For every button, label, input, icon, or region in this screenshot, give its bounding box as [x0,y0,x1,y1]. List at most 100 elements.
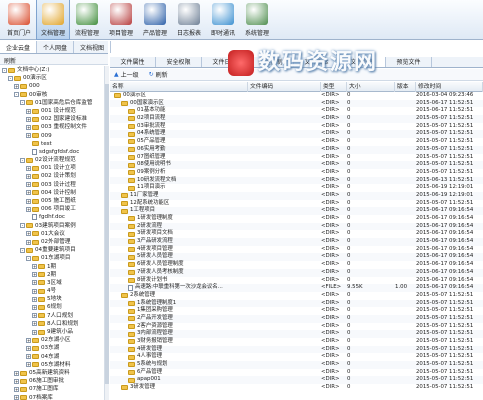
table-row[interactable]: 08使用说明书 <DIR> 0 2015-05-07 11:52:51 [110,161,483,169]
table-row[interactable]: 6研发人员管理制度 <DIR> 0 2015-06-17 09:16:54 [110,261,483,269]
tree-node[interactable]: +2期 [0,271,104,279]
expand-toggle-icon[interactable]: + [26,337,31,343]
tree-node[interactable]: +05东湖材料 [0,361,104,369]
tree-node[interactable]: +07档案库 [0,394,104,400]
collapse-toggle-icon[interactable]: - [20,247,25,253]
expand-toggle-icon[interactable]: + [32,305,37,311]
toolbar-button-7[interactable]: 系统管理 [240,0,274,40]
expand-toggle-icon[interactable]: + [26,124,31,130]
expand-toggle-icon[interactable]: + [26,354,31,360]
tree-node[interactable]: +02外部管理 [0,238,104,246]
expand-toggle-icon[interactable]: + [26,116,31,122]
tree-node[interactable]: +5地块 [0,295,104,303]
collapse-toggle-icon[interactable]: - [2,67,7,73]
tree-node[interactable]: - 02设计流程规范 [0,156,104,164]
table-row[interactable]: 3研发项目文档 <DIR> 0 2015-06-17 09:16:54 [110,230,483,238]
tree-node[interactable]: +009 [0,132,104,140]
table-row[interactable]: 6产品管理 <DIR> 0 2015-05-07 11:52:51 [110,369,483,377]
expand-toggle-icon[interactable]: + [32,321,37,327]
toolbar-button-4[interactable]: 产品管理 [138,0,172,40]
expand-toggle-icon[interactable]: + [26,198,31,204]
table-row[interactable]: 09案例分析 <DIR> 0 2015-05-07 11:52:51 [110,169,483,177]
tree-node[interactable]: +07施工图库 [0,385,104,393]
tree-node[interactable]: +03东湖 [0,344,104,352]
expand-toggle-icon[interactable]: + [32,288,37,294]
toolbar-button-0[interactable]: 首页门户 [2,0,36,40]
column-header-1[interactable]: 文件编码 [248,82,321,92]
tree-node[interactable]: +6规划 [0,303,104,311]
expand-toggle-icon[interactable]: + [26,174,31,180]
tree-node[interactable]: - 04重要建筑项目 [0,246,104,254]
table-row[interactable]: 11厂家管理 <DIR> 0 2015-06-19 12:19:01 [110,191,483,200]
expand-toggle-icon[interactable]: + [14,386,19,392]
table-row[interactable]: 高速路:中联重科第一次沙龙会议名... <FILE> 9.55K 1.00 2015-0… [110,284,483,292]
expand-toggle-icon[interactable]: + [26,231,31,237]
expand-toggle-icon[interactable]: + [26,345,31,351]
tree-scrollbar[interactable] [104,66,109,400]
tree-node[interactable]: +003 设计过程 [0,181,104,189]
tree-node[interactable]: - 00审核 [0,91,104,99]
expand-toggle-icon[interactable]: + [26,362,31,368]
table-row[interactable]: 4人事管理 <DIR> 0 2015-05-07 11:52:51 [110,353,483,361]
tree-node[interactable]: fgdhf.doc [0,213,104,221]
tree-node[interactable]: +005 施工图纸 [0,197,104,205]
table-row[interactable]: 7研发人员考核制度 <DIR> 0 2015-06-17 09:16:54 [110,268,483,277]
table-row[interactable]: 05产品管理 <DIR> 0 2015-05-07 11:52:51 [110,138,483,146]
column-header-2[interactable]: 类型 [321,82,347,92]
collapse-toggle-icon[interactable]: - [20,100,25,106]
table-row[interactable]: 00国家演示区 <DIR> 0 2015-06-17 11:52:51 [110,99,483,108]
collapse-toggle-icon[interactable]: - [20,157,25,163]
expand-toggle-icon[interactable]: + [32,329,37,335]
expand-toggle-icon[interactable]: + [26,206,31,212]
column-header-5[interactable]: 修改时间 [416,82,483,92]
tree-node[interactable]: +004 设计控制 [0,189,104,197]
column-header-3[interactable]: 大小 [347,82,395,92]
tree-node[interactable]: +05高新建筑资料 [0,369,104,377]
expand-toggle-icon[interactable]: + [32,280,37,286]
table-row[interactable]: 3产品研发流程 <DIR> 0 2015-06-17 09:16:54 [110,238,483,246]
tree-node[interactable]: test [0,140,104,148]
tree-node[interactable]: +9建筑小品 [0,328,104,336]
tree-node[interactable]: +02东湖小区 [0,336,104,344]
collapse-toggle-icon[interactable]: - [14,92,19,98]
tree-node[interactable]: sdgsfgfdsf.doc [0,148,104,156]
table-row[interactable]: 3研发管理 <DIR> 0 2015-05-07 11:52:51 [110,384,483,392]
tree-node[interactable]: +1期 [0,263,104,271]
expand-toggle-icon[interactable]: + [32,313,37,319]
expand-toggle-icon[interactable]: + [26,165,31,171]
collapse-toggle-icon[interactable]: - [20,223,25,229]
left-tab-0[interactable]: 企业云盘 [0,41,38,53]
left-tab-1[interactable]: 个人网盘 [37,41,75,53]
toolbar-button-1[interactable]: 文档管理 [36,0,70,40]
expand-toggle-icon[interactable]: + [14,83,19,89]
tree-node[interactable]: +4号 [0,287,104,295]
tree-node[interactable]: - 00演示区 [0,74,104,82]
left-tab-2[interactable]: 文档视图 [74,41,112,53]
tree-node[interactable]: +001 设计立项 [0,164,104,172]
collapse-toggle-icon[interactable]: - [8,75,13,81]
table-row[interactable]: 12配系统功能区 <DIR> 0 2015-05-07 11:52:51 [110,200,483,208]
table-row[interactable]: 1研发管理制度 <DIR> 0 2015-06-17 09:16:54 [110,215,483,223]
tree-node[interactable]: +002 设计策划 [0,172,104,180]
collapse-toggle-icon[interactable]: - [26,255,31,261]
table-row[interactable]: 2系统管理 <DIR> 0 2015-05-07 11:52:51 [110,292,483,300]
expand-toggle-icon[interactable]: + [26,190,31,196]
toolbar-button-3[interactable]: 项目管理 [104,0,138,40]
table-row[interactable]: 1工程项目 <DIR> 0 2015-06-17 09:16:54 [110,207,483,215]
right-tab-0[interactable]: 文件属性 [110,57,156,67]
table-row[interactable]: 03审批流程 <DIR> 0 2015-05-07 11:52:51 [110,123,483,131]
table-row[interactable]: 1集团采购管理 <DIR> 0 2015-05-07 11:52:51 [110,307,483,315]
tree-node[interactable]: +7人口规划 [0,312,104,320]
tree-node[interactable]: +3区域 [0,279,104,287]
tree-scrollbar-thumb[interactable] [105,84,109,384]
table-row[interactable]: 11项目演示 <DIR> 0 2015-06-19 12:19:01 [110,184,483,192]
up-level-button[interactable]: ▲ 上一级 [114,70,139,79]
refresh-button[interactable]: ↻ 刷新 [149,70,168,79]
table-row[interactable]: 10研发流程文档 <DIR> 0 2015-06-13 11:52:51 [110,176,483,185]
tree-node[interactable]: +006 项目竣工 [0,205,104,213]
tree-node[interactable]: +8人口和规划 [0,320,104,328]
expand-toggle-icon[interactable]: + [26,133,31,139]
tree-refresh-button[interactable]: 刷新 [0,54,108,65]
table-row[interactable]: 4研发管理 <DIR> 0 2015-05-07 11:52:51 [110,345,483,354]
toolbar-button-5[interactable]: 日志报表 [172,0,206,40]
